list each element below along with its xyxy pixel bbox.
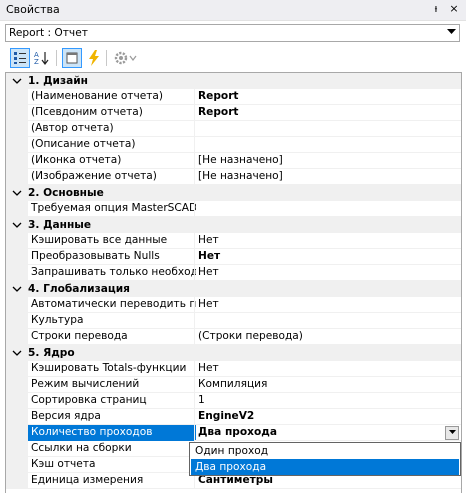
property-value[interactable]: Report — [195, 105, 461, 121]
property-name: Строки перевода — [28, 329, 196, 345]
property-name: Запрашивать только необходимые — [28, 265, 196, 281]
property-row-selected[interactable]: Количество проходов Два прохода — [6, 425, 461, 441]
alphabetical-icon[interactable]: A Z — [32, 48, 52, 68]
property-row[interactable]: Преобразовывать Nulls Нет — [6, 249, 461, 265]
property-name: (Изображение отчета) — [28, 169, 196, 185]
properties-panel: Свойства ᵼ × Report : Отчет A Z 1. Дизай… — [0, 0, 466, 493]
category-label: 4. Глобализация — [28, 283, 130, 295]
property-value[interactable]: 1 — [195, 393, 461, 409]
property-name: Версия ядра — [28, 409, 196, 425]
dropdown-list: Один проход Два прохода — [189, 442, 461, 476]
pin-icon[interactable]: ᵼ — [429, 2, 443, 15]
property-value[interactable]: Нет — [195, 297, 461, 313]
svg-text:Z: Z — [34, 58, 39, 65]
chevron-down-icon[interactable] — [12, 348, 22, 358]
category-label: 3. Данные — [28, 219, 92, 231]
dropdown-option-highlighted[interactable]: Два прохода — [191, 459, 459, 475]
object-selector-value: Report : Отчет — [9, 27, 88, 39]
property-name: (Иконка отчета) — [28, 153, 196, 169]
property-name: Ссылки на сборки — [28, 441, 196, 457]
property-value[interactable]: Нет — [195, 265, 461, 281]
property-name: Кэш отчета — [28, 457, 196, 473]
property-row[interactable]: Кэшировать все данные Нет — [6, 233, 461, 249]
category-design[interactable]: 1. Дизайн — [6, 73, 461, 89]
object-selector[interactable]: Report : Отчет — [5, 24, 460, 42]
property-value[interactable]: Компиляция — [195, 377, 461, 393]
panel-title: Свойства — [6, 3, 60, 16]
property-name: Кэшировать Totals-функции — [28, 361, 196, 377]
property-name: (Наименование отчета) — [28, 89, 196, 105]
settings-icon[interactable] — [112, 48, 140, 68]
categorized-icon[interactable] — [10, 48, 30, 68]
property-row[interactable]: (Автор отчета) — [6, 121, 461, 137]
property-name: (Описание отчета) — [28, 137, 196, 153]
property-value[interactable]: Report — [195, 89, 461, 105]
property-row[interactable]: Культура — [6, 313, 461, 329]
property-row[interactable]: (Изображение отчета) [Не назначено] — [6, 169, 461, 185]
property-grid: 1. Дизайн (Наименование отчета) Report (П… — [5, 72, 462, 493]
property-row[interactable]: Кэшировать Totals-функции Нет — [6, 361, 461, 377]
category-globalization[interactable]: 4. Глобализация — [6, 281, 461, 297]
property-value[interactable] — [195, 121, 461, 137]
property-row[interactable]: Версия ядра EngineV2 — [6, 409, 461, 425]
chevron-down-icon[interactable] — [12, 220, 22, 230]
chevron-down-icon[interactable] — [12, 188, 22, 198]
dropdown-button[interactable] — [445, 426, 459, 440]
property-row[interactable]: (Иконка отчета) [Не назначено] — [6, 153, 461, 169]
property-row[interactable]: Автоматически переводить при Нет — [6, 297, 461, 313]
property-value[interactable]: (Строки перевода) — [195, 329, 461, 345]
property-name: Количество проходов — [28, 425, 196, 441]
property-value[interactable]: Нет — [195, 249, 461, 265]
property-value[interactable]: EngineV2 — [195, 409, 461, 425]
property-row[interactable]: Режим вычислений Компиляция — [6, 377, 461, 393]
category-main[interactable]: 2. Основные — [6, 185, 461, 201]
chevron-down-icon[interactable] — [444, 26, 458, 40]
toolbar: A Z — [0, 45, 466, 71]
property-value[interactable]: [Не назначено] — [195, 169, 461, 185]
property-value[interactable] — [195, 313, 461, 329]
property-name: Культура — [28, 313, 196, 329]
category-label: 5. Ядро — [28, 347, 75, 359]
property-row[interactable]: (Псевдоним отчета) Report — [6, 105, 461, 121]
property-name: (Псевдоним отчета) — [28, 105, 196, 121]
category-data[interactable]: 3. Данные — [6, 217, 461, 233]
property-value[interactable]: [Не назначено] — [195, 153, 461, 169]
property-row[interactable]: Строки перевода (Строки перевода) — [6, 329, 461, 345]
property-value-editor[interactable]: Два прохода — [195, 425, 461, 441]
property-row[interactable]: (Описание отчета) — [6, 137, 461, 153]
category-label: 2. Основные — [28, 187, 104, 199]
property-row[interactable]: (Наименование отчета) Report — [6, 89, 461, 105]
close-icon[interactable]: × — [447, 2, 461, 15]
property-name: Режим вычислений — [28, 377, 196, 393]
property-row[interactable]: Запрашивать только необходимыеНет — [6, 265, 461, 281]
property-name: Кэшировать все данные — [28, 233, 196, 249]
property-name: Единица измерения — [28, 473, 196, 489]
property-name: Сортировка страниц — [28, 393, 196, 409]
property-name: Преобразовывать Nulls — [28, 249, 196, 265]
property-pages-icon[interactable] — [62, 48, 82, 68]
property-row[interactable]: Сортировка страниц 1 — [6, 393, 461, 409]
property-name: (Автор отчета) — [28, 121, 196, 137]
property-value[interactable] — [195, 137, 461, 153]
property-value[interactable]: Нет — [195, 361, 461, 377]
panel-titlebar: Свойства ᵼ × — [0, 0, 466, 21]
category-label: 1. Дизайн — [28, 75, 88, 87]
category-engine[interactable]: 5. Ядро — [6, 345, 461, 361]
property-name: Автоматически переводить при — [28, 297, 196, 313]
events-icon[interactable] — [84, 48, 104, 68]
dropdown-option[interactable]: Один проход — [191, 443, 459, 459]
property-row[interactable]: Требуемая опция MasterSCADA — [6, 201, 461, 217]
property-value[interactable]: Нет — [195, 233, 461, 249]
property-name: Требуемая опция MasterSCADA — [28, 201, 196, 217]
property-value[interactable] — [195, 201, 461, 217]
chevron-down-icon[interactable] — [12, 76, 22, 86]
chevron-down-icon[interactable] — [12, 284, 22, 294]
